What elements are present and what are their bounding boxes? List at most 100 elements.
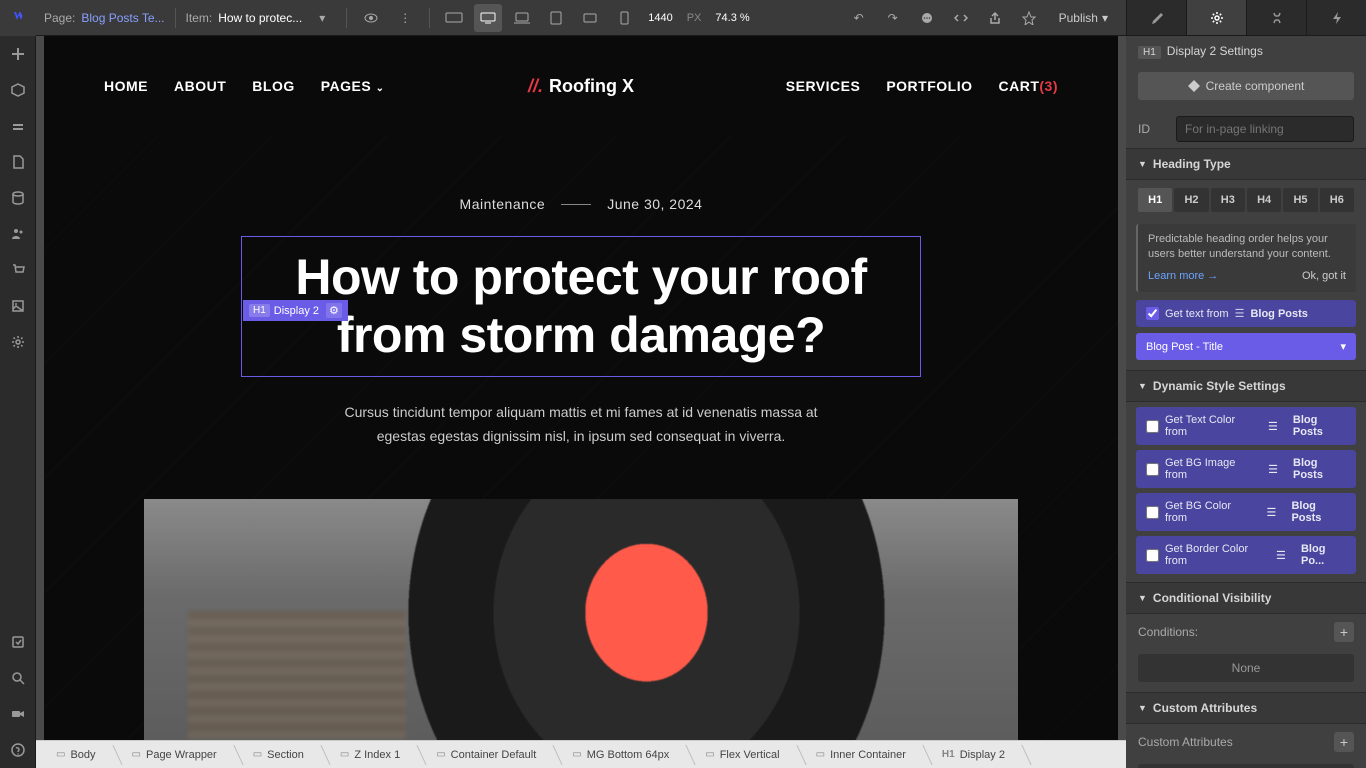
tab-style[interactable]: [1126, 0, 1186, 35]
get-text-from-row[interactable]: Get text from ☰ Blog Posts: [1136, 300, 1356, 327]
section-heading-type[interactable]: ▼Heading Type: [1126, 148, 1366, 180]
site-logo[interactable]: //. Roofing X: [528, 76, 634, 97]
viewport-laptop-icon[interactable]: [508, 4, 536, 32]
tab-settings[interactable]: [1186, 0, 1246, 35]
crumb-body[interactable]: ▭Body: [36, 741, 112, 768]
post-category[interactable]: Maintenance: [460, 196, 546, 212]
site-publish-icon[interactable]: [1015, 4, 1043, 32]
zoom-level[interactable]: 74.3 %: [715, 12, 749, 24]
create-component-button[interactable]: Create component: [1138, 72, 1354, 100]
custom-attr-none: None: [1138, 764, 1354, 768]
selection-tag[interactable]: H1 Display 2 ⚙: [243, 300, 348, 321]
viewport-desktop-xl-icon[interactable]: [440, 4, 468, 32]
post-date: June 30, 2024: [607, 196, 702, 212]
nav-pages[interactable]: PAGES ⌄: [321, 78, 385, 94]
heading-pills: H1 H2 H3 H4 H5 H6: [1126, 180, 1366, 220]
page-icon[interactable]: [0, 144, 36, 180]
learn-more-link[interactable]: Learn more →: [1148, 270, 1218, 282]
more-icon[interactable]: ⋮: [391, 4, 419, 32]
crumb-display-2[interactable]: H1Display 2: [922, 741, 1021, 768]
logo-slashes-icon: //.: [528, 76, 543, 97]
database-icon: ☰: [1268, 420, 1278, 433]
cms-icon[interactable]: [0, 180, 36, 216]
help-icon[interactable]: [0, 732, 36, 768]
dyn-border-color-row[interactable]: Get Border Color from ☰ Blog Po...: [1136, 536, 1356, 574]
publish-button[interactable]: Publish ▾: [1049, 7, 1118, 29]
viewport-unit: PX: [687, 12, 702, 24]
export-icon[interactable]: [981, 4, 1009, 32]
nav-blog[interactable]: BLOG: [252, 78, 294, 94]
viewport-width[interactable]: 1440: [648, 12, 672, 24]
crumb-flex-vertical[interactable]: ▭Flex Vertical: [685, 741, 795, 768]
chevron-down-icon[interactable]: ▾: [308, 4, 336, 32]
database-icon: ☰: [1267, 506, 1277, 519]
crumb-section[interactable]: ▭Section: [233, 741, 320, 768]
viewport-desktop-icon[interactable]: [474, 4, 502, 32]
dyn-bg-color-row[interactable]: Get BG Color from ☰ Blog Posts: [1136, 493, 1356, 531]
field-binding-dropdown[interactable]: Blog Post - Title▾: [1136, 333, 1356, 360]
nav-right: SERVICES PORTFOLIO CART(3): [786, 78, 1058, 94]
pill-h2[interactable]: H2: [1174, 188, 1208, 212]
pill-h3[interactable]: H3: [1211, 188, 1245, 212]
crumb-zindex[interactable]: ▭Z Index 1: [320, 741, 416, 768]
viewport-tablet-icon[interactable]: [542, 4, 570, 32]
canvas-wrapper: HOME ABOUT BLOG PAGES ⌄ //. Roofing X SE…: [36, 36, 1126, 740]
settings-icon[interactable]: [0, 324, 36, 360]
audit-icon[interactable]: [0, 624, 36, 660]
viewport-mobile-landscape-icon[interactable]: [576, 4, 604, 32]
redo-icon[interactable]: ↷: [879, 4, 907, 32]
search-icon[interactable]: [0, 660, 36, 696]
add-element-icon[interactable]: [0, 36, 36, 72]
conditions-row: Conditions: +: [1126, 614, 1366, 650]
pill-h6[interactable]: H6: [1320, 188, 1354, 212]
section-dynamic-style[interactable]: ▼Dynamic Style Settings: [1126, 370, 1366, 402]
ok-got-it-button[interactable]: Ok, got it: [1302, 269, 1346, 284]
crumb-mg-bottom[interactable]: ▭MG Bottom 64px: [552, 741, 685, 768]
id-input[interactable]: [1176, 116, 1354, 142]
nav-cart[interactable]: CART(3): [998, 78, 1058, 94]
page-selector[interactable]: Blog Posts Te...: [81, 11, 164, 25]
chevron-down-icon: ⌄: [376, 83, 385, 94]
nav-portfolio[interactable]: PORTFOLIO: [886, 78, 972, 94]
dyn-bg-image-row[interactable]: Get BG Image from ☰ Blog Posts: [1136, 450, 1356, 488]
comments-icon[interactable]: [913, 4, 941, 32]
tab-interactions[interactable]: [1306, 0, 1366, 35]
crumb-container[interactable]: ▭Container Default: [416, 741, 552, 768]
navigator-icon[interactable]: [0, 72, 36, 108]
preview-icon[interactable]: [357, 4, 385, 32]
chevron-down-icon: ▾: [1340, 340, 1346, 353]
section-custom-attributes[interactable]: ▼Custom Attributes: [1126, 692, 1366, 724]
users-icon[interactable]: [0, 216, 36, 252]
selection-gear-icon[interactable]: ⚙: [326, 303, 342, 318]
undo-icon[interactable]: ↶: [845, 4, 873, 32]
page-label: Page:: [44, 11, 75, 25]
add-condition-button[interactable]: +: [1334, 622, 1354, 642]
pill-h5[interactable]: H5: [1283, 188, 1317, 212]
canvas[interactable]: HOME ABOUT BLOG PAGES ⌄ //. Roofing X SE…: [44, 36, 1118, 740]
pill-h1[interactable]: H1: [1138, 188, 1172, 212]
item-selector[interactable]: How to protec...: [218, 11, 302, 25]
crumb-page-wrapper[interactable]: ▭Page Wrapper: [112, 741, 233, 768]
item-label: Item:: [186, 11, 213, 25]
webflow-logo-icon[interactable]: [0, 0, 36, 36]
crumb-inner-container[interactable]: ▭Inner Container: [796, 741, 922, 768]
pages-icon[interactable]: [0, 108, 36, 144]
nav-services[interactable]: SERVICES: [786, 78, 861, 94]
video-icon[interactable]: [0, 696, 36, 732]
add-attribute-button[interactable]: +: [1334, 732, 1354, 752]
nav-about[interactable]: ABOUT: [174, 78, 226, 94]
pill-h4[interactable]: H4: [1247, 188, 1281, 212]
breadcrumb-bar: ▭Body ▭Page Wrapper ▭Section ▭Z Index 1 …: [36, 740, 1126, 768]
section-conditional-visibility[interactable]: ▼Conditional Visibility: [1126, 582, 1366, 614]
post-featured-image[interactable]: [144, 499, 1018, 740]
settings-panel: H1Display 2 Settings Create component ID…: [1126, 36, 1366, 768]
dyn-text-color-row[interactable]: Get Text Color from ☰ Blog Posts: [1136, 407, 1356, 445]
assets-icon[interactable]: [0, 288, 36, 324]
tab-style-manager[interactable]: [1246, 0, 1306, 35]
code-icon[interactable]: [947, 4, 975, 32]
nav-home[interactable]: HOME: [104, 78, 148, 94]
ecommerce-icon[interactable]: [0, 252, 36, 288]
viewport-mobile-icon[interactable]: [610, 4, 638, 32]
post-excerpt[interactable]: Cursus tincidunt tempor aliquam mattis e…: [321, 401, 841, 449]
get-text-checkbox[interactable]: [1146, 307, 1159, 320]
